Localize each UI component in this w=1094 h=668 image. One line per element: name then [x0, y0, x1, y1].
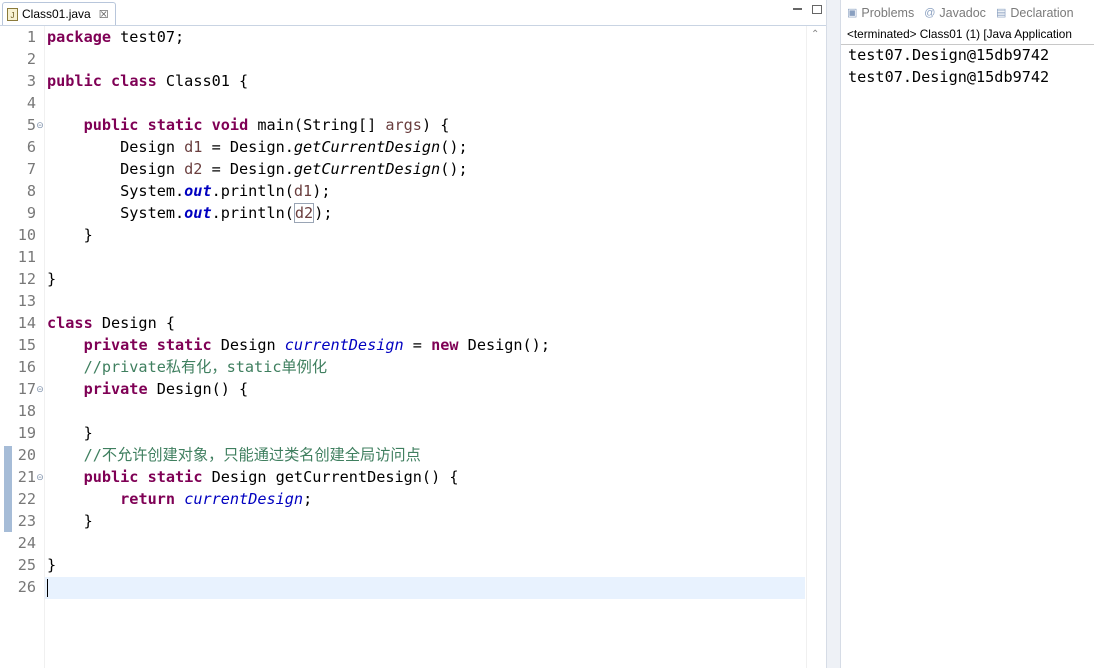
java-file-icon: J: [7, 7, 18, 21]
console-panel: ▣ Problems @ Javadoc ▤ Declaration <terminate…: [841, 0, 1094, 668]
view-tabs: ▣ Problems @ Javadoc ▤ Declaration: [841, 0, 1094, 25]
tab-label: Javadoc: [939, 5, 986, 20]
code-line: //private私有化，static单例化: [47, 358, 328, 376]
console-status: <terminated> Class01 (1) [Java Applicati…: [847, 27, 1072, 41]
console-separator: [841, 44, 1094, 45]
minimize-button[interactable]: [792, 4, 802, 14]
line-number: 8: [26, 182, 36, 200]
line-number: 9: [26, 204, 36, 222]
editor-tab-bar: J Class01.java ☒: [0, 0, 826, 26]
line-number: 15: [17, 336, 36, 354]
fold-collapse-icon[interactable]: ⊝: [35, 120, 45, 130]
line-number: 5: [26, 116, 36, 134]
javadoc-icon: @: [924, 6, 936, 19]
line-number-gutter: 1 2 3 4 5 ⊝ 6 7 8 9 10 11 12 13 14 15 16 17 ⊝ 18 19 20 21 ⊝ 22 23…: [0, 26, 45, 668]
code-line: System.out.println(d1);: [47, 182, 331, 200]
code-line: }: [47, 512, 93, 530]
tab-declaration[interactable]: ▤ Declaration: [996, 6, 1074, 20]
code-line: }: [47, 556, 57, 574]
code-line: public class Class01 {: [47, 72, 249, 90]
code-area[interactable]: package test07; public class Class01 { pu…: [45, 26, 805, 668]
line-number: 12: [17, 270, 36, 288]
text-caret: [47, 579, 48, 597]
code-line: }: [47, 226, 93, 244]
problems-icon: ▣: [847, 7, 858, 19]
line-number: 14: [17, 314, 36, 332]
line-number: 10: [17, 226, 36, 244]
line-number: 13: [17, 292, 36, 310]
tab-label: Declaration: [1010, 5, 1074, 20]
code-line: Design d1 = Design.getCurrentDesign();: [47, 138, 468, 156]
tab-title: Class01.java: [22, 7, 91, 21]
code-line: package test07;: [47, 28, 185, 46]
line-number: 6: [26, 138, 36, 156]
code-line: Design d2 = Design.getCurrentDesign();: [47, 160, 468, 178]
maximize-button[interactable]: [812, 4, 822, 14]
line-number: 17: [17, 380, 36, 398]
line-number: 26: [17, 578, 36, 596]
code-line: }: [47, 270, 57, 288]
scroll-up-icon[interactable]: ⌃: [811, 29, 819, 40]
line-number: 19: [17, 424, 36, 442]
line-number: 11: [17, 248, 36, 266]
line-number: 1: [26, 28, 36, 46]
quick-diff-marker: [4, 446, 12, 532]
close-tab-icon[interactable]: ☒: [99, 8, 109, 21]
code-editor[interactable]: J Class01.java ☒ 1 2 3 4 5 ⊝ 6 7 8 9 10 11 12 13 14 15 1…: [0, 0, 827, 668]
console-output-line: test07.Design@15db9742: [848, 68, 1050, 86]
line-number: 18: [17, 402, 36, 420]
line-number: 24: [17, 534, 36, 552]
fold-collapse-icon[interactable]: ⊝: [35, 384, 45, 394]
code-line: //不允许创建对象，只能通过类名创建全局访问点: [47, 446, 421, 464]
code-line: }: [47, 424, 93, 442]
panel-divider[interactable]: [826, 0, 841, 668]
code-line: System.out.println(d2);: [47, 203, 333, 223]
line-number: 2: [26, 50, 36, 68]
line-number: 7: [26, 160, 36, 178]
tab-javadoc[interactable]: @ Javadoc: [924, 6, 986, 20]
line-number: 25: [17, 556, 36, 574]
minimize-icon: [792, 8, 802, 10]
line-number: 3: [26, 72, 36, 90]
code-line: return currentDesign;: [120, 490, 313, 508]
editor-vertical-scrollbar[interactable]: ⌃: [806, 26, 827, 668]
tab-class01-java[interactable]: J Class01.java ☒: [2, 2, 116, 25]
code-line: private Design() {: [83, 380, 249, 398]
maximize-icon: [812, 4, 822, 14]
code-line: public static void main(String[] args) {: [83, 116, 450, 134]
line-number: 16: [17, 358, 36, 376]
tab-label: Problems: [861, 5, 915, 20]
console-output-line: test07.Design@15db9742: [848, 46, 1050, 64]
editor-window-controls: [792, 4, 822, 14]
code-line: private static Design currentDesign = ne…: [83, 336, 550, 354]
code-line: class Design {: [47, 314, 176, 332]
declaration-icon: ▤: [995, 7, 1007, 19]
line-number: 4: [26, 94, 36, 112]
code-line: public static Design getCurrentDesign() …: [83, 468, 459, 486]
fold-collapse-icon[interactable]: ⊝: [35, 472, 45, 482]
tab-problems[interactable]: ▣ Problems: [847, 6, 914, 20]
